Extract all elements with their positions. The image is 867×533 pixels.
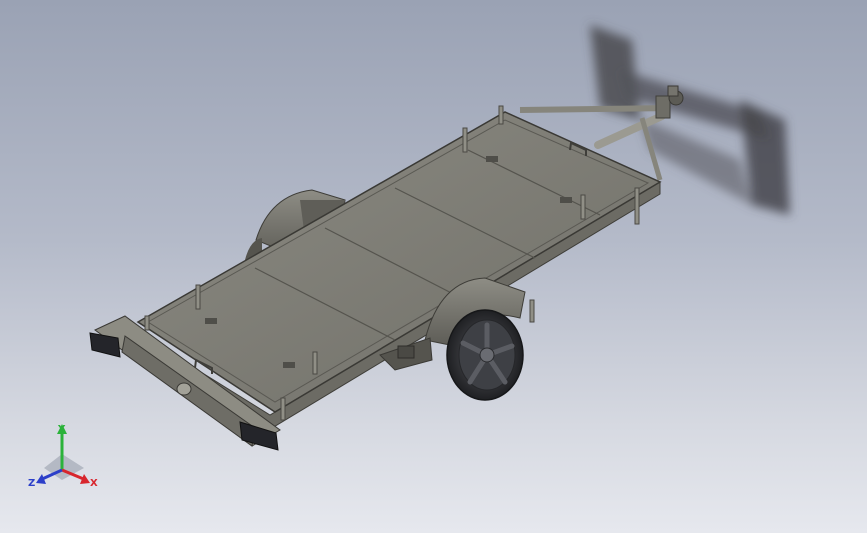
triad-z-label: Z — [28, 478, 35, 489]
trailer-model-view[interactable]: Y X Z — [0, 0, 867, 533]
graphics-viewport[interactable]: Y X Z — [0, 0, 867, 533]
triad-x-label: X — [90, 478, 98, 489]
axis-triad[interactable]: Y X Z — [28, 424, 98, 489]
triad-y-label: Y — [57, 424, 66, 435]
